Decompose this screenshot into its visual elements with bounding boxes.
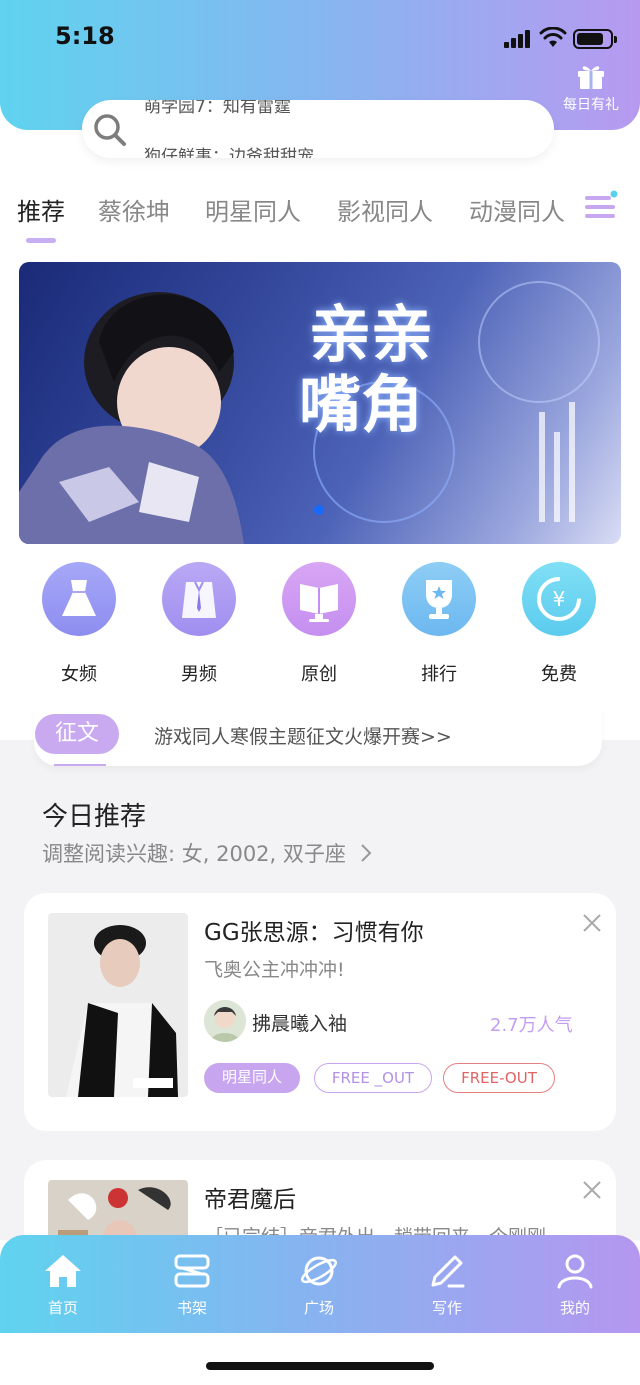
tab-film-fanfic[interactable]: 影视同人 <box>337 192 433 227</box>
contest-notice-text[interactable]: 游戏同人寒假主题征文火爆开赛>> <box>154 722 452 749</box>
cellular-signal-icon <box>504 30 532 48</box>
nav-square[interactable]: 广场 <box>279 1253 359 1318</box>
contest-badge: 征文 <box>35 714 119 754</box>
book-description: 飞奥公主冲冲冲! <box>204 959 345 981</box>
reading-interest-link[interactable]: 调整阅读兴趣: 女, 2002, 双子座 <box>42 838 373 868</box>
planet-icon <box>301 1256 337 1286</box>
category-shortcuts: 女频 男频 原创 排行 ¥ 免费 <box>0 562 640 692</box>
featured-banner[interactable]: 亲亲 嘴角 <box>19 262 621 544</box>
avatar-image <box>204 1000 246 1042</box>
wifi-icon <box>539 27 567 47</box>
notice-indicator <box>54 764 106 766</box>
tag-free-out-red[interactable]: FREE-OUT <box>443 1063 555 1093</box>
search-hint-1: 萌学园7：知有雷霆 <box>144 100 291 117</box>
search-hint-2: 狗仔鲜事：边爸甜甜宠 <box>144 147 314 158</box>
bookshelf-icon <box>174 1254 210 1288</box>
banner-title-line-2: 嘴角 <box>299 368 424 441</box>
reading-interest-text: 调整阅读兴趣: 女, 2002, 双子座 <box>42 842 346 866</box>
book-title[interactable]: 帝君魔后 <box>204 1180 296 1214</box>
author-name[interactable]: 拂晨曦入袖 <box>252 1009 347 1036</box>
category-ranking[interactable]: 排行 <box>389 562 489 686</box>
tag-celebrity-fanfic[interactable]: 明星同人 <box>204 1063 300 1093</box>
home-indicator[interactable] <box>206 1362 434 1370</box>
tab-celebrity-fanfic[interactable]: 明星同人 <box>205 192 301 227</box>
nav-write-label: 写作 <box>431 1299 462 1317</box>
nav-profile[interactable]: 我的 <box>535 1253 615 1318</box>
nav-profile-label: 我的 <box>559 1299 590 1317</box>
category-female-label: 女频 <box>61 664 97 685</box>
gift-icon <box>578 66 604 89</box>
book-icon <box>300 584 338 622</box>
category-tabs: 推荐 蔡徐坤 明星同人 影视同人 动漫同人 <box>0 180 640 250</box>
yuan-icon: ¥ <box>537 577 581 621</box>
search-bar[interactable]: 萌学园7：知有雷霆 狗仔鲜事：边爸甜甜宠 <box>82 100 554 158</box>
home-icon <box>45 1255 81 1287</box>
tab-anime-fanfic[interactable]: 动漫同人 <box>469 192 565 227</box>
pen-icon <box>431 1255 465 1288</box>
chevron-right-icon <box>360 844 372 862</box>
tab-caixukun[interactable]: 蔡徐坤 <box>98 192 170 227</box>
active-tab-indicator <box>26 238 56 243</box>
bottom-navigation: 首页 书架 广场 写作 我的 <box>0 1235 640 1333</box>
tag-free-out[interactable]: FREE _OUT <box>314 1063 432 1093</box>
app-screen: 5:18 每日有礼 萌学园7：知有雷霆 狗仔鲜事：边爸甜甜宠 推荐 蔡徐坤 明星 <box>0 0 640 1385</box>
nav-home-label: 首页 <box>47 1299 78 1317</box>
book-title[interactable]: GG张思源：习惯有你 <box>204 913 424 947</box>
close-icon[interactable] <box>582 913 602 933</box>
dress-icon <box>62 580 96 616</box>
profile-icon <box>557 1254 593 1289</box>
status-time: 5:18 <box>55 22 115 50</box>
book-cover <box>48 913 188 1097</box>
category-original[interactable]: 原创 <box>269 562 369 686</box>
category-male-label: 男频 <box>181 664 217 685</box>
contest-notice[interactable]: 征文 游戏同人寒假主题征文火爆开赛>> <box>34 708 602 766</box>
category-free[interactable]: ¥ 免费 <box>509 562 609 686</box>
popularity-count: 2.7万人气 <box>490 1015 573 1036</box>
book-cover-art <box>48 913 188 1097</box>
close-icon[interactable] <box>582 1180 602 1200</box>
nav-bookshelf[interactable]: 书架 <box>152 1253 232 1318</box>
status-bar: 5:18 <box>0 0 640 80</box>
battery-icon <box>573 29 617 49</box>
today-recommend-title: 今日推荐 <box>42 802 147 832</box>
nav-bookshelf-label: 书架 <box>176 1299 207 1317</box>
tab-recommend[interactable]: 推荐 <box>17 192 65 227</box>
category-original-label: 原创 <box>301 664 337 685</box>
nav-square-label: 广场 <box>303 1299 334 1317</box>
nav-write[interactable]: 写作 <box>407 1253 487 1318</box>
svg-text:¥: ¥ <box>553 587 566 611</box>
nav-home[interactable]: 首页 <box>23 1253 103 1318</box>
category-ranking-label: 排行 <box>421 664 457 685</box>
book-card[interactable]: GG张思源：习惯有你 飞奥公主冲冲冲! 拂晨曦入袖 2.7万人气 明星同人 FR… <box>24 893 616 1131</box>
gift-label: 每日有礼 <box>563 97 619 113</box>
shirt-icon <box>182 581 216 618</box>
search-icon <box>94 114 126 146</box>
banner-title: 亲亲 嘴角 <box>299 298 434 440</box>
author-avatar[interactable] <box>204 1000 246 1042</box>
trophy-icon <box>426 580 452 619</box>
category-female[interactable]: 女频 <box>29 562 129 686</box>
category-male[interactable]: 男频 <box>149 562 249 686</box>
daily-gift-button[interactable]: 每日有礼 <box>552 62 630 122</box>
banner-title-line-1: 亲亲 <box>309 298 434 371</box>
menu-icon[interactable] <box>583 190 619 224</box>
category-free-label: 免费 <box>541 664 577 685</box>
